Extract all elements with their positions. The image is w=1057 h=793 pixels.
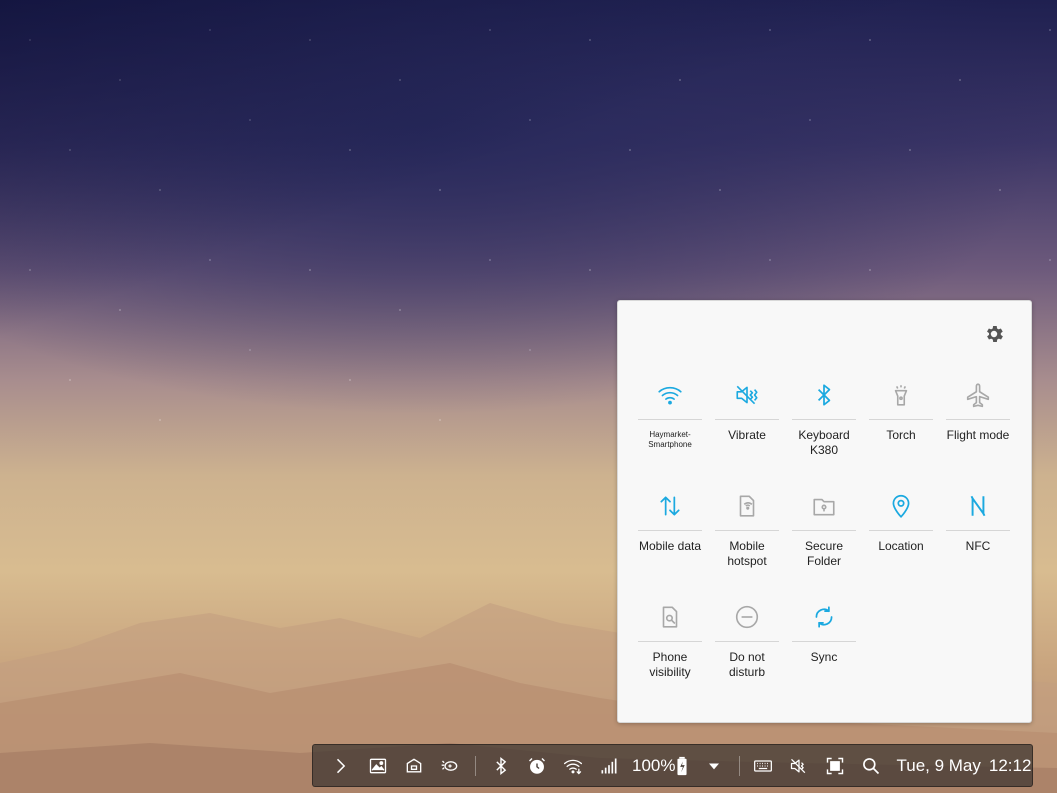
signal-icon xyxy=(598,755,620,777)
battery-icon xyxy=(675,755,689,777)
tile-label: Mobile data xyxy=(638,539,702,553)
time-label: 12:12 xyxy=(988,755,1032,775)
search-icon[interactable] xyxy=(860,755,882,777)
tile-label: Keyboard K380 xyxy=(798,428,850,457)
tile-label: NFC xyxy=(965,539,991,553)
battery-percent: 100% xyxy=(632,755,676,775)
tile-label: Phone visibility xyxy=(649,650,691,679)
tile-label: Sync xyxy=(810,650,838,664)
hotspot-icon xyxy=(715,482,779,531)
nfc-icon xyxy=(946,482,1010,531)
vibrate-icon[interactable] xyxy=(788,755,810,777)
sync-icon xyxy=(792,593,856,642)
quick-settings-grid: Haymarket-Smartphone Vibrate Keyboard K3… xyxy=(638,371,1010,704)
tile-label: Vibrate xyxy=(728,428,766,442)
location-icon xyxy=(869,482,933,531)
tile-do-not-disturb[interactable]: Do not disturb xyxy=(715,593,779,704)
tile-torch[interactable]: Torch xyxy=(869,371,933,482)
app-store-icon[interactable] xyxy=(403,755,425,777)
screenshot-icon[interactable] xyxy=(824,755,846,777)
vibrate-icon xyxy=(715,371,779,420)
keyboard-icon[interactable] xyxy=(752,755,774,777)
tile-sync[interactable]: Sync xyxy=(792,593,856,704)
mobile-data-icon xyxy=(638,482,702,531)
gallery-icon[interactable] xyxy=(367,755,389,777)
tile-bluetooth[interactable]: Keyboard K380 xyxy=(792,371,856,482)
phone-visibility-icon xyxy=(638,593,702,642)
secure-folder-icon xyxy=(792,482,856,531)
tile-nfc[interactable]: NFC xyxy=(946,482,1010,593)
tile-mobile-hotspot[interactable]: Mobile hotspot xyxy=(715,482,779,593)
alarm-icon[interactable] xyxy=(526,755,548,777)
bluetooth-icon[interactable] xyxy=(490,755,512,777)
taskbar-divider xyxy=(739,755,741,776)
tile-label: Secure Folder xyxy=(804,539,844,568)
tile-label: Do not disturb xyxy=(728,650,766,679)
tile-vibrate[interactable]: Vibrate xyxy=(715,371,779,482)
date-label: Tue, 9 May xyxy=(896,755,981,775)
torch-icon xyxy=(869,371,933,420)
taskbar: 100% Tue, 9 May 12:12 xyxy=(312,744,1033,787)
tile-label: Mobile hotspot xyxy=(727,539,767,568)
game-launcher-icon[interactable] xyxy=(439,755,461,777)
tile-flight-mode[interactable]: Flight mode xyxy=(946,371,1010,482)
gear-icon[interactable] xyxy=(983,323,1005,345)
tile-wifi[interactable]: Haymarket-Smartphone xyxy=(638,371,702,482)
tile-phone-visibility[interactable]: Phone visibility xyxy=(638,593,702,704)
tile-label: Haymarket-Smartphone xyxy=(648,430,692,449)
chevron-right-icon[interactable] xyxy=(329,755,351,777)
tile-label: Flight mode xyxy=(946,428,1010,442)
quick-panel: Haymarket-Smartphone Vibrate Keyboard K3… xyxy=(617,300,1032,723)
tile-mobile-data[interactable]: Mobile data xyxy=(638,482,702,593)
wifi-icon xyxy=(638,371,702,420)
wifi-icon[interactable] xyxy=(562,755,584,777)
taskbar-divider xyxy=(475,755,476,776)
tile-label: Location xyxy=(878,539,924,553)
tile-label: Torch xyxy=(886,428,916,442)
expand-down-icon[interactable] xyxy=(703,755,725,777)
bluetooth-icon xyxy=(792,371,856,420)
tile-location[interactable]: Location xyxy=(869,482,933,593)
airplane-icon xyxy=(946,371,1010,420)
tile-secure-folder[interactable]: Secure Folder xyxy=(792,482,856,593)
do-not-disturb-icon xyxy=(715,593,779,642)
